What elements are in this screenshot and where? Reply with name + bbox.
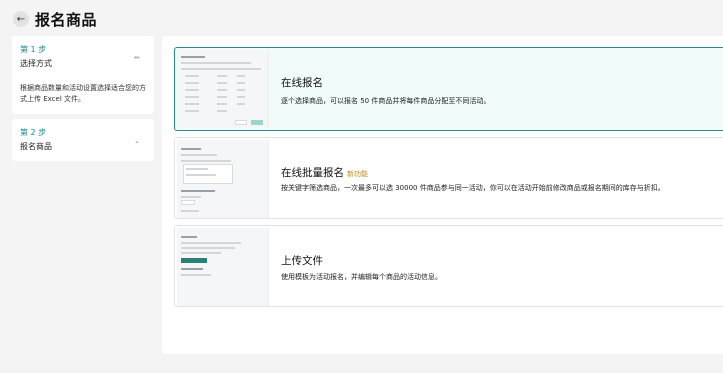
step-sidebar: 第 1 步 选择方式 ✏ 根据商品数量和活动设置选择适合您的方式上传 Excel… xyxy=(12,36,154,161)
option-batch-signup[interactable]: 在线批量报名 新功能 按关键字筛选商品，一次最多可以选 30000 件商品参与同一… xyxy=(174,137,723,219)
step-1-number: 第 1 步 xyxy=(20,45,47,54)
option-upload-file-title: 上传文件 xyxy=(281,255,323,267)
page-title: 报名商品 xyxy=(35,11,98,29)
step-1-card[interactable]: 第 1 步 选择方式 ✏ 根据商品数量和活动设置选择适合您的方式上传 Excel… xyxy=(12,36,154,114)
option-online-signup-description: 逐个选择商品，可以报名 50 件商品并将每件商品分配至不同活动。 xyxy=(281,97,491,105)
top-bar: ← 报名商品 xyxy=(0,0,723,36)
step-1-description: 根据商品数量和活动设置选择适合您的方式上传 Excel 文件。 xyxy=(20,84,146,103)
arrow-left-icon[interactable]: ← xyxy=(13,11,29,27)
step-2-title: 报名商品 xyxy=(20,142,52,151)
option-online-signup[interactable]: 在线报名 逐个选择商品，可以报名 50 件商品并将每件商品分配至不同活动。 xyxy=(174,47,723,131)
option-upload-file[interactable]: 上传文件 使用模板为活动报名，并编辑每个商品的活动信息。 xyxy=(174,225,723,307)
upload-file-preview-image xyxy=(177,228,269,306)
option-online-signup-title: 在线报名 xyxy=(281,77,323,89)
option-upload-file-description: 使用模板为活动报名，并编辑每个商品的活动信息。 xyxy=(281,273,442,281)
step-2-card[interactable]: 第 2 步 报名商品 ⌄ xyxy=(12,119,154,161)
chevron-down-icon[interactable]: ⌄ xyxy=(134,137,140,145)
step-2-number: 第 2 步 xyxy=(20,128,47,137)
option-batch-signup-description: 按关键字筛选商品，一次最多可以选 30000 件商品参与同一活动，你可以在活动开… xyxy=(281,184,665,192)
online-signup-preview-image xyxy=(177,50,269,128)
option-panel: 在线报名 逐个选择商品，可以报名 50 件商品并将每件商品分配至不同活动。 在线… xyxy=(162,36,723,354)
new-feature-badge: 新功能 xyxy=(347,170,368,178)
pencil-icon[interactable]: ✏ xyxy=(134,54,140,62)
option-batch-signup-title-text: 在线批量报名 xyxy=(281,167,344,179)
option-batch-signup-title: 在线批量报名 新功能 xyxy=(281,165,368,180)
step-1-title: 选择方式 xyxy=(20,59,52,68)
batch-signup-preview-image xyxy=(177,140,269,218)
